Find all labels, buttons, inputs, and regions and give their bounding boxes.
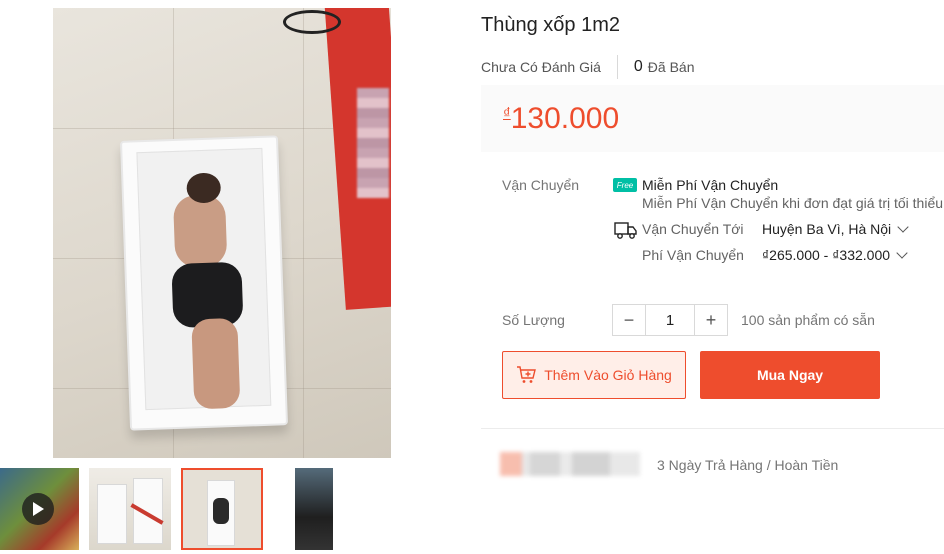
- section-divider: [481, 428, 944, 429]
- product-main-image[interactable]: [53, 8, 391, 458]
- chevron-down-icon: [896, 246, 908, 259]
- chevron-down-icon: [897, 220, 909, 233]
- shipping-fee-label: Phí Vận Chuyển: [642, 247, 744, 263]
- quantity-stepper: − 1 +: [612, 304, 728, 336]
- person-torso: [172, 194, 228, 268]
- stool-ring: [283, 10, 341, 34]
- ship-to-label: Vận Chuyển Tới: [642, 221, 744, 237]
- buy-now-button[interactable]: Mua Ngay: [700, 351, 880, 399]
- rating-text: Chưa Có Đánh Giá: [481, 59, 601, 75]
- thumbnail-3-selected[interactable]: [181, 468, 263, 550]
- thumbnail-4[interactable]: [295, 468, 333, 550]
- blurred-guarantee-badge: [500, 452, 640, 476]
- quantity-decrease-button[interactable]: −: [613, 305, 645, 335]
- add-to-cart-button[interactable]: Thêm Vào Giỏ Hàng: [502, 351, 686, 399]
- shipping-label: Vận Chuyển: [502, 177, 580, 193]
- free-shipping-description: Miễn Phí Vận Chuyển khi đơn đạt giá trị …: [642, 195, 944, 211]
- person-legs: [191, 317, 241, 410]
- quantity-increase-button[interactable]: +: [695, 305, 727, 335]
- shipping-fee-dropdown[interactable]: ₫265.000 - ₫332.000: [762, 246, 908, 263]
- cart-add-icon: [517, 366, 537, 383]
- blurred-sign: [357, 88, 389, 198]
- quantity-label: Số Lượng: [502, 312, 565, 328]
- price: 130.000: [510, 101, 620, 135]
- product-title: Thùng xốp 1m2: [481, 14, 620, 36]
- thumbnail-video[interactable]: [0, 468, 79, 550]
- divider: [616, 55, 618, 79]
- play-icon[interactable]: [22, 493, 54, 525]
- price-box: ₫ 130.000: [481, 85, 944, 152]
- truck-icon: [614, 222, 637, 239]
- sold-label: Đã Bán: [647, 59, 695, 75]
- shipping-fee-value: ₫265.000 - ₫332.000: [762, 247, 891, 263]
- quantity-input[interactable]: 1: [645, 305, 695, 335]
- mini-foam-box: [97, 484, 127, 544]
- foam-box-inner: [136, 147, 272, 411]
- currency-symbol: ₫: [503, 105, 511, 122]
- free-shipping-icon: Free: [613, 178, 637, 192]
- mini-person: [213, 498, 229, 524]
- foam-box: [119, 135, 289, 431]
- ship-to-dropdown[interactable]: Huyện Ba Vì, Hà Nội: [762, 220, 909, 237]
- add-to-cart-label: Thêm Vào Giỏ Hàng: [544, 367, 672, 383]
- rating-row: Chưa Có Đánh Giá 0 Đã Bán: [481, 55, 694, 79]
- thumbnail-strip: [0, 468, 340, 550]
- free-shipping-title: Miễn Phí Vận Chuyển: [642, 177, 779, 193]
- sold-count: 0: [633, 58, 643, 75]
- return-guarantee-text: 3 Ngày Trả Hàng / Hoàn Tiền: [657, 457, 839, 473]
- floor-tile-line: [303, 8, 304, 458]
- stock-text: 100 sản phẩm có sẵn: [741, 312, 875, 328]
- thumbnail-2[interactable]: [89, 468, 171, 550]
- ship-to-value: Huyện Ba Vì, Hà Nội: [762, 221, 892, 237]
